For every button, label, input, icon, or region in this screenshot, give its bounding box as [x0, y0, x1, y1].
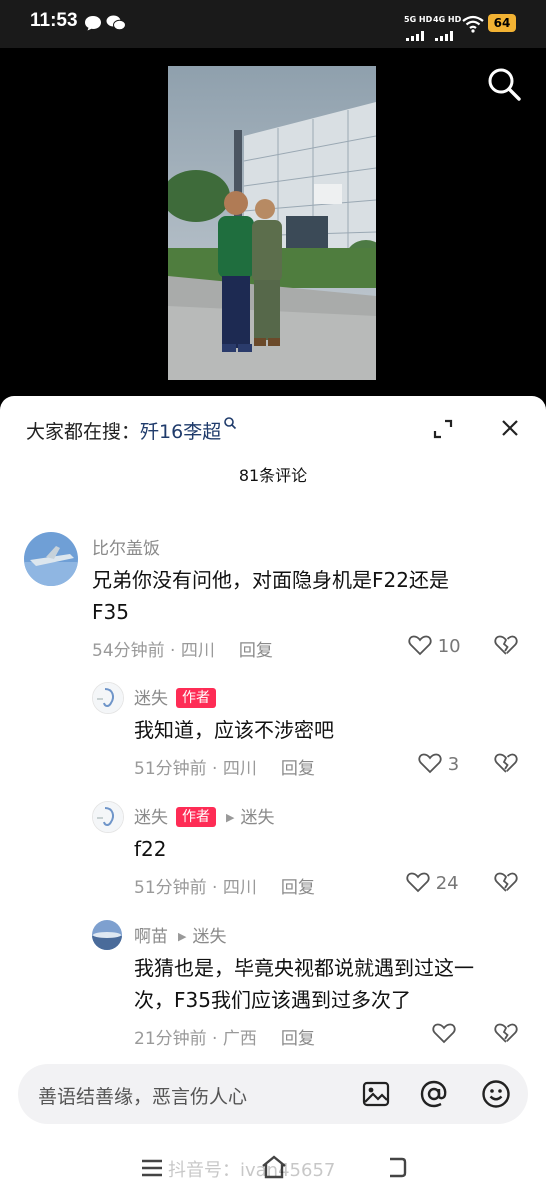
like-button[interactable]: 24 [406, 871, 459, 894]
dislike-button[interactable] [494, 752, 518, 774]
heart-icon [408, 635, 432, 656]
comment-username[interactable]: 比尔盖饭 [92, 534, 160, 559]
comment-input-bar[interactable]: 善语结善缘，恶言伤人心 [18, 1064, 528, 1124]
signal-icon [406, 26, 428, 45]
trending-search-prefix: 大家都在搜： [26, 421, 141, 443]
like-count: 24 [435, 873, 459, 894]
comment-text: 我知道，应该不涉密吧 [134, 718, 334, 742]
reply-button[interactable]: 回复 [281, 1029, 315, 1049]
system-nav-bar: 抖音号：ivan45657 [0, 1148, 546, 1188]
signal-icon-2 [435, 26, 457, 45]
heart-icon [432, 1023, 456, 1044]
comment-text-line: 我猜也是，毕竟央视都说就遇到过这一 [134, 956, 474, 980]
avatar[interactable] [92, 682, 124, 714]
reply-arrow-icon: ▶ [178, 930, 187, 943]
search-button[interactable] [484, 64, 524, 104]
comment-text-line: F35 [92, 600, 129, 624]
reply-button[interactable]: 回复 [281, 759, 315, 779]
comment-meta: 51分钟前 · 四川 回复 [134, 754, 315, 779]
username-text[interactable]: 迷失 [134, 689, 168, 709]
status-time: 11:53 [30, 10, 78, 31]
emoji-icon [482, 1080, 510, 1108]
like-button[interactable]: 3 [418, 752, 459, 775]
comment-time-location: 54分钟前 · 四川 [92, 641, 215, 661]
comment-username[interactable]: 迷失 作者 ▶ 迷失 [134, 803, 274, 828]
network-4g-label: 4G HD [433, 15, 462, 24]
watermark: 抖音号：ivan45657 [168, 1160, 336, 1181]
like-button[interactable]: 10 [408, 634, 461, 657]
expand-icon [433, 419, 453, 439]
wifi-icon [462, 15, 484, 37]
author-badge: 作者 [176, 688, 216, 708]
heart-icon [418, 753, 442, 774]
author-badge: 作者 [176, 807, 216, 827]
comment-time-location: 51分钟前 · 四川 [134, 878, 257, 898]
comment-text-line: 次，F35我们应该遇到过多次了 [134, 988, 411, 1012]
trending-search-term[interactable]: 歼16李超 [140, 421, 221, 443]
close-button[interactable] [500, 418, 520, 438]
comment-text-line: 兄弟你没有问他，对面隐身机是F22还是 [92, 568, 449, 592]
username-text[interactable]: 啊苗 [134, 927, 168, 947]
avatar[interactable] [24, 532, 78, 586]
at-sign-icon [420, 1080, 447, 1108]
back-icon [390, 1157, 407, 1178]
like-count: 10 [437, 636, 461, 657]
comment-count: 81条评论 [238, 466, 308, 485]
menu-icon [142, 1159, 162, 1177]
image-icon [362, 1081, 390, 1107]
reply-button[interactable]: 回复 [281, 878, 315, 898]
comment-time-location: 51分钟前 · 四川 [134, 759, 257, 779]
comment-username[interactable]: 啊苗 ▶ 迷失 [134, 922, 226, 947]
search-small-icon [224, 417, 237, 430]
comment-input[interactable]: 善语结善缘，恶言伤人心 [38, 1082, 247, 1109]
broken-heart-icon [494, 1023, 518, 1043]
comment-username[interactable]: 迷失 作者 [134, 684, 216, 709]
reply-button[interactable]: 回复 [239, 641, 273, 661]
comment-meta: 21分钟前 · 广西 回复 [134, 1024, 315, 1049]
comment-meta: 54分钟前 · 四川 回复 [92, 636, 273, 661]
avatar[interactable] [92, 920, 122, 950]
menu-nav-button[interactable] [140, 1158, 164, 1182]
broken-heart-icon [494, 753, 518, 773]
message-icon [84, 14, 102, 36]
broken-heart-icon [494, 635, 518, 655]
search-icon [488, 68, 521, 101]
reply-to-username[interactable]: 迷失 [192, 927, 226, 947]
like-count: 3 [447, 754, 460, 775]
video-frame-photo [168, 66, 376, 380]
reply-to-username[interactable]: 迷失 [240, 808, 274, 828]
network-5g-label: 5G HD [404, 15, 433, 24]
comment-meta: 51分钟前 · 四川 回复 [134, 873, 315, 898]
mention-button[interactable] [418, 1078, 450, 1110]
username-text[interactable]: 迷失 [134, 808, 168, 828]
close-icon [502, 420, 518, 436]
comment-text: 我猜也是，毕竟央视都说就遇到过这一 次，F35我们应该遇到过多次了 [134, 952, 474, 1016]
wechat-icon [106, 14, 126, 36]
reply-arrow-icon: ▶ [226, 811, 235, 824]
image-button[interactable] [360, 1078, 392, 1110]
back-nav-button[interactable] [384, 1156, 408, 1182]
dislike-button[interactable] [494, 871, 518, 893]
heart-icon [406, 872, 430, 893]
like-button[interactable] [432, 1022, 456, 1045]
emoji-button[interactable] [480, 1078, 512, 1110]
trending-search[interactable]: 大家都在搜：歼16李超 [26, 416, 237, 444]
avatar[interactable] [92, 801, 124, 833]
expand-button[interactable] [432, 418, 454, 440]
broken-heart-icon [494, 872, 518, 892]
comment-time-location: 21分钟前 · 广西 [134, 1029, 257, 1049]
dislike-button[interactable] [494, 1022, 518, 1044]
dislike-button[interactable] [494, 634, 518, 656]
status-bar: 11:53 5G HD 4G HD 64 [0, 0, 546, 48]
comment-text: f22 [134, 837, 167, 861]
comment-sheet: 大家都在搜：歼16李超 81条评论 比尔盖饭 兄弟你没有问他，对面隐身机是F22… [0, 396, 546, 1200]
comment-text: 兄弟你没有问他，对面隐身机是F22还是 F35 [92, 564, 449, 628]
battery-indicator: 64 [488, 14, 516, 32]
video-player[interactable] [0, 48, 546, 408]
